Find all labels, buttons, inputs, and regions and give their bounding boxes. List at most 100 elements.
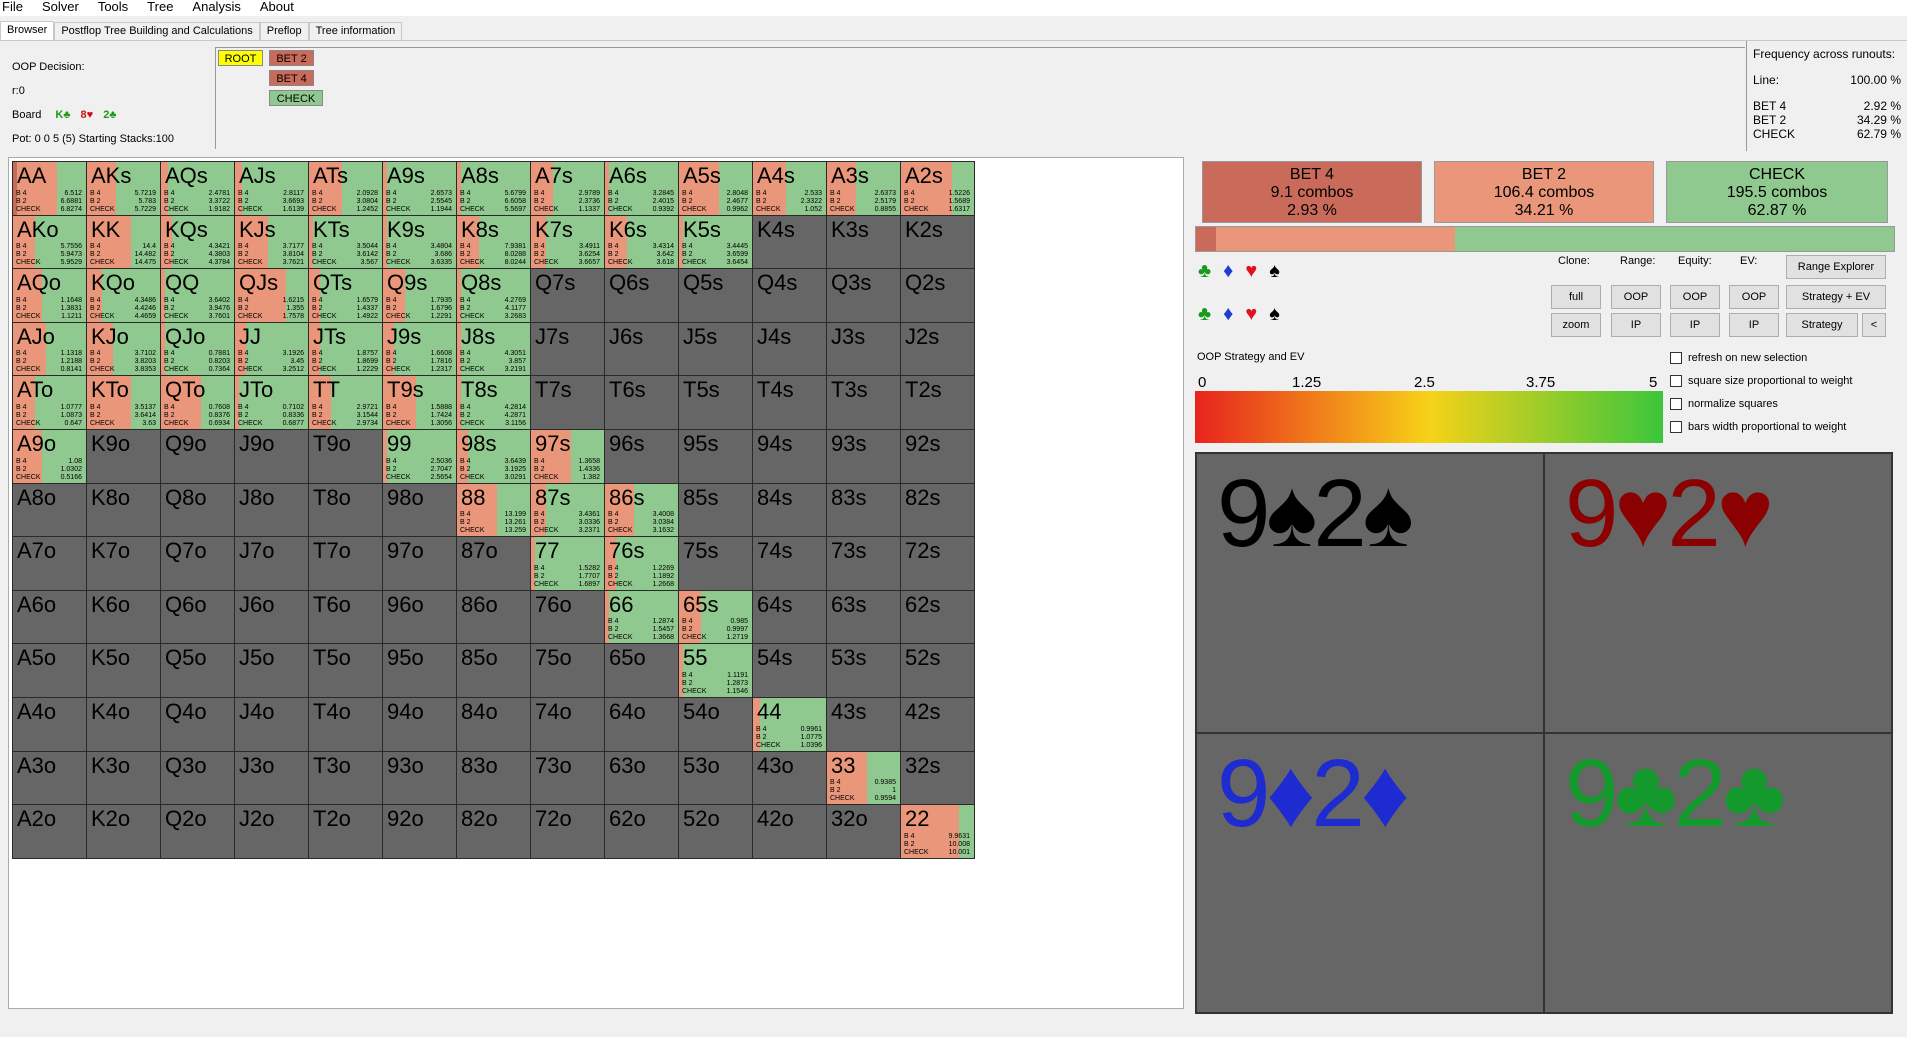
hand-cell-K2s[interactable]: K2s	[900, 214, 975, 270]
hand-cell-K7s[interactable]: B 4 3.4911 B 2 3.6254 CHECK 3.6657 K7s	[530, 214, 605, 270]
hand-cell-43o[interactable]: 43o	[752, 750, 827, 806]
hand-cell-65s[interactable]: B 4 0.985 B 2 0.9997 CHECK 1.2719 65s	[678, 589, 753, 645]
hand-cell-T8s[interactable]: B 4 4.2814 B 2 4.2871 CHECK 3.1156 T8s	[456, 375, 531, 430]
hand-cell-K2o[interactable]: K2o	[86, 804, 161, 859]
hand-cell-93o[interactable]: 93o	[382, 750, 457, 806]
hand-cell-QQ[interactable]: B 4 3.6402 B 2 3.9476 CHECK 3.7601 QQ	[160, 268, 235, 323]
full-button[interactable]: full	[1551, 285, 1601, 309]
range-ip-button[interactable]: IP	[1611, 313, 1661, 337]
hand-cell-T3o[interactable]: T3o	[308, 750, 383, 806]
hand-cell-K3s[interactable]: K3s	[826, 214, 901, 270]
hand-cell-87o[interactable]: 87o	[456, 536, 531, 591]
hand-cell-75o[interactable]: 75o	[530, 643, 605, 698]
summary-bet4[interactable]: BET 4 9.1 combos 2.93 %	[1202, 161, 1422, 223]
hand-cell-T6s[interactable]: T6s	[604, 375, 679, 430]
menu-tree[interactable]: Tree	[145, 0, 182, 16]
hand-cell-ATo[interactable]: B 4 1.0777 B 2 1.0873 CHECK 0.647 ATo	[12, 375, 87, 430]
hand-cell-T7o[interactable]: T7o	[308, 536, 383, 591]
hand-cell-A6s[interactable]: B 4 3.2845 B 2 2.4015 CHECK 0.9392 A6s	[604, 161, 679, 216]
hand-cell-62o[interactable]: 62o	[604, 804, 679, 859]
hand-cell-A3o[interactable]: A3o	[12, 750, 87, 806]
hand-cell-T6o[interactable]: T6o	[308, 589, 383, 645]
hand-cell-T4o[interactable]: T4o	[308, 697, 383, 752]
hand-cell-T9s[interactable]: B 4 1.5888 B 2 1.7424 CHECK 1.3056 T9s	[382, 375, 457, 430]
hand-cell-J5s[interactable]: J5s	[678, 321, 753, 377]
hand-cell-J7o[interactable]: J7o	[234, 536, 309, 591]
hand-cell-64s[interactable]: 64s	[752, 589, 827, 645]
hand-cell-85o[interactable]: 85o	[456, 643, 531, 698]
tree-node-bet4[interactable]: BET 4	[269, 70, 314, 86]
ev-oop-button[interactable]: OOP	[1729, 285, 1779, 309]
hand-cell-93s[interactable]: 93s	[826, 429, 901, 484]
hand-cell-A2o[interactable]: A2o	[12, 804, 87, 859]
diamond-icon[interactable]: ♦	[1223, 260, 1233, 283]
equity-ip-button[interactable]: IP	[1670, 313, 1720, 337]
hand-cell-72s[interactable]: 72s	[900, 536, 975, 591]
hand-cell-JTo[interactable]: B 4 0.7102 B 2 0.8336 CHECK 0.6877 JTo	[234, 375, 309, 430]
normalize-checkbox[interactable]: normalize squares	[1670, 398, 1778, 410]
menu-solver[interactable]: Solver	[40, 0, 88, 16]
hand-cell-Q9s[interactable]: B 4 1.7935 B 2 1.6796 CHECK 1.2291 Q9s	[382, 268, 457, 323]
diamond-icon[interactable]: ♦	[1223, 303, 1233, 326]
hand-cell-73s[interactable]: 73s	[826, 536, 901, 591]
hand-cell-44[interactable]: B 4 0.9961 B 2 1.0775 CHECK 1.0396 44	[752, 697, 827, 752]
hand-cell-A7s[interactable]: B 4 2.9789 B 2 2.3736 CHECK 1.1337 A7s	[530, 161, 605, 216]
hand-cell-82o[interactable]: 82o	[456, 804, 531, 859]
hand-cell-82s[interactable]: 82s	[900, 482, 975, 538]
hand-cell-AQs[interactable]: B 4 2.4781 B 2 3.3722 CHECK 1.9182 AQs	[160, 161, 235, 216]
hand-cell-72o[interactable]: 72o	[530, 804, 605, 859]
hand-cell-K9s[interactable]: B 4 3.4804 B 2 3.686 CHECK 3.6335 K9s	[382, 214, 457, 270]
hand-cell-95s[interactable]: 95s	[678, 429, 753, 484]
hand-cell-K6s[interactable]: B 4 3.4314 B 2 3.642 CHECK 3.618 K6s	[604, 214, 679, 270]
hand-cell-98s[interactable]: B 4 3.6439 B 2 3.1925 CHECK 3.0291 98s	[456, 429, 531, 484]
hand-cell-52s[interactable]: 52s	[900, 643, 975, 698]
hand-cell-Q6o[interactable]: Q6o	[160, 589, 235, 645]
hand-cell-QJs[interactable]: B 4 1.6215 B 2 1.355 CHECK 1.7578 QJs	[234, 268, 309, 323]
hand-cell-J8s[interactable]: B 4 4.3051 B 2 3.857 CHECK 3.2191 J8s	[456, 321, 531, 377]
hand-cell-32s[interactable]: 32s	[900, 750, 975, 806]
hand-cell-T2o[interactable]: T2o	[308, 804, 383, 859]
checkbox-box[interactable]	[1670, 398, 1682, 410]
combo-spades[interactable]: 9♠2♠	[1196, 453, 1544, 733]
spade-icon[interactable]: ♠	[1269, 260, 1280, 283]
hand-cell-ATs[interactable]: B 4 2.0928 B 2 3.0804 CHECK 1.2452 ATs	[308, 161, 383, 216]
menu-analysis[interactable]: Analysis	[190, 0, 249, 16]
hand-cell-J7s[interactable]: J7s	[530, 321, 605, 377]
hand-cell-Q5o[interactable]: Q5o	[160, 643, 235, 698]
collapse-button[interactable]: <	[1862, 313, 1886, 337]
hand-cell-K7o[interactable]: K7o	[86, 536, 161, 591]
checkbox-box[interactable]	[1670, 352, 1682, 364]
combo-diamonds[interactable]: 9♦2♦	[1196, 733, 1544, 1013]
hand-cell-85s[interactable]: 85s	[678, 482, 753, 538]
hand-cell-K8s[interactable]: B 4 7.9381 B 2 8.0288 CHECK 8.0244 K8s	[456, 214, 531, 270]
hand-cell-K5o[interactable]: K5o	[86, 643, 161, 698]
hand-cell-Q3o[interactable]: Q3o	[160, 750, 235, 806]
hand-cell-75s[interactable]: 75s	[678, 536, 753, 591]
hand-cell-Q4o[interactable]: Q4o	[160, 697, 235, 752]
hand-cell-94o[interactable]: 94o	[382, 697, 457, 752]
hand-cell-AJo[interactable]: B 4 1.1318 B 2 1.2188 CHECK 0.8141 AJo	[12, 321, 87, 377]
hand-cell-T8o[interactable]: T8o	[308, 482, 383, 538]
hand-cell-Q7o[interactable]: Q7o	[160, 536, 235, 591]
hand-cell-AQo[interactable]: B 4 1.1648 B 2 1.3831 CHECK 1.1211 AQo	[12, 268, 87, 323]
hand-cell-99[interactable]: B 4 2.5036 B 2 2.7047 CHECK 2.5654 99	[382, 429, 457, 484]
hand-cell-J3o[interactable]: J3o	[234, 750, 309, 806]
hand-cell-KK[interactable]: B 4 14.4 B 2 14.482 CHECK 14.475 KK	[86, 214, 161, 270]
hand-cell-AJs[interactable]: B 4 2.8117 B 2 3.6693 CHECK 1.6139 AJs	[234, 161, 309, 216]
tree-node-root[interactable]: ROOT	[218, 50, 263, 66]
hand-cell-A6o[interactable]: A6o	[12, 589, 87, 645]
hand-cell-K4s[interactable]: K4s	[752, 214, 827, 270]
hand-cell-JTs[interactable]: B 4 1.8757 B 2 1.8699 CHECK 1.2229 JTs	[308, 321, 383, 377]
refresh-checkbox[interactable]: refresh on new selection	[1670, 352, 1807, 364]
hand-cell-J4s[interactable]: J4s	[752, 321, 827, 377]
hand-cell-J9o[interactable]: J9o	[234, 429, 309, 484]
hand-cell-J8o[interactable]: J8o	[234, 482, 309, 538]
hand-cell-A9s[interactable]: B 4 2.6573 B 2 2.5545 CHECK 1.1944 A9s	[382, 161, 457, 216]
checkbox-box[interactable]	[1670, 421, 1682, 433]
hand-cell-86o[interactable]: 86o	[456, 589, 531, 645]
hand-cell-QTs[interactable]: B 4 1.6579 B 2 1.4337 CHECK 1.4922 QTs	[308, 268, 383, 323]
hand-cell-Q8o[interactable]: Q8o	[160, 482, 235, 538]
hand-cell-K5s[interactable]: B 4 3.4445 B 2 3.6599 CHECK 3.6454 K5s	[678, 214, 753, 270]
hand-cell-KQo[interactable]: B 4 4.3486 B 2 4.4246 CHECK 4.4659 KQo	[86, 268, 161, 323]
hand-cell-87s[interactable]: B 4 3.4361 B 2 3.0336 CHECK 3.2371 87s	[530, 482, 605, 538]
